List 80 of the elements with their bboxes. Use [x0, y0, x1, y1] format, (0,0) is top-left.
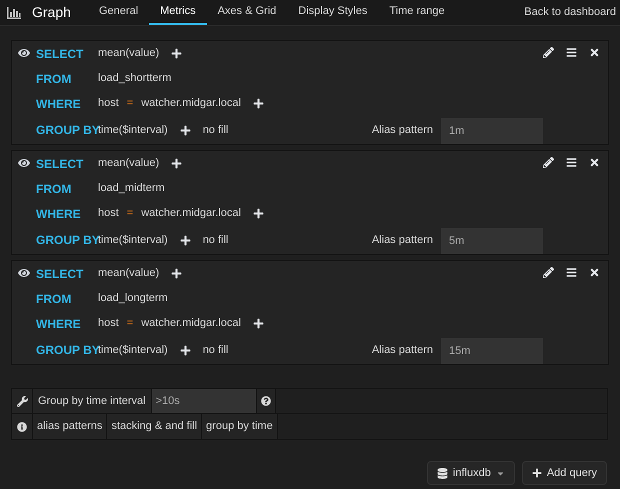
eye-icon[interactable] — [18, 47, 30, 59]
keyword-label: GROUP BY — [36, 342, 98, 359]
operator-text[interactable]: = — [126, 205, 134, 222]
alias-field[interactable]: 15m — [441, 338, 543, 364]
add-icon[interactable] — [180, 234, 191, 246]
alias-label: Alias pattern — [372, 232, 433, 248]
group-value[interactable]: time($interval) — [98, 232, 168, 248]
wrench-icon — [16, 396, 28, 406]
group-value[interactable]: time($interval) — [98, 342, 168, 358]
keyword-label: GROUP BY — [36, 232, 98, 249]
datasource-dropdown[interactable]: influxdb — [426, 461, 515, 485]
help-tab[interactable]: stacking & and fill — [107, 414, 202, 439]
eye-icon[interactable] — [18, 267, 30, 279]
keyword-label: FROM — [36, 290, 72, 308]
add-icon[interactable] — [180, 124, 191, 136]
add-icon[interactable] — [252, 208, 264, 219]
bar-chart-icon — [7, 6, 21, 18]
fill-value[interactable]: no fill — [202, 122, 228, 138]
add-icon[interactable] — [171, 48, 182, 59]
eye-icon[interactable] — [18, 157, 30, 169]
add-icon[interactable] — [180, 344, 191, 356]
alias-field[interactable]: 5m — [441, 228, 543, 254]
alias-field[interactable]: 1m — [441, 118, 543, 144]
measurement-value[interactable]: load_longterm — [98, 290, 168, 307]
operator-text[interactable]: = — [126, 95, 134, 112]
alias-label: Alias pattern — [372, 342, 433, 358]
keyword-label: FROM — [36, 180, 72, 198]
tab[interactable]: Time range — [378, 0, 456, 25]
fill-value[interactable]: no fill — [202, 342, 228, 358]
tag-value[interactable]: watcher.midgar.local — [141, 315, 241, 332]
close-icon[interactable] — [589, 47, 600, 58]
add-icon[interactable] — [252, 98, 264, 109]
interval-field[interactable]: >10s — [152, 389, 257, 413]
close-icon[interactable] — [589, 157, 600, 168]
alias-label: Alias pattern — [372, 122, 433, 138]
close-icon[interactable] — [589, 267, 600, 278]
tab[interactable]: Display Styles — [287, 0, 378, 25]
back-link[interactable]: Back to dashboard — [524, 0, 616, 25]
add-icon[interactable] — [171, 268, 182, 279]
menu-icon[interactable] — [566, 157, 577, 168]
tag-key[interactable]: host — [98, 205, 119, 222]
edit-icon[interactable] — [543, 157, 554, 168]
add-icon[interactable] — [171, 158, 182, 169]
keyword-label: SELECT — [36, 156, 84, 172]
edit-icon[interactable] — [543, 267, 554, 278]
interval-label: Group by time interval — [33, 389, 152, 413]
help-tab[interactable]: group by time — [202, 414, 278, 439]
edit-icon[interactable] — [543, 47, 554, 58]
select-value[interactable]: mean(value) — [98, 265, 160, 282]
keyword-label: SELECT — [36, 266, 84, 282]
select-value[interactable]: mean(value) — [98, 45, 160, 62]
info-icon — [17, 422, 27, 432]
tab[interactable]: Metrics — [149, 0, 207, 25]
add-icon — [532, 468, 542, 478]
tag-value[interactable]: watcher.midgar.local — [141, 205, 241, 222]
tab[interactable]: Axes & Grid — [206, 0, 288, 25]
keyword-label: SELECT — [36, 46, 84, 62]
menu-icon[interactable] — [566, 47, 577, 58]
help-tab[interactable]: alias patterns — [33, 414, 108, 439]
keyword-label: WHERE — [36, 96, 82, 112]
keyword-label: FROM — [36, 70, 72, 88]
menu-icon[interactable] — [566, 267, 577, 278]
group-value[interactable]: time($interval) — [98, 122, 168, 138]
help-icon[interactable] — [260, 396, 271, 406]
add-icon[interactable] — [252, 318, 264, 329]
select-value[interactable]: mean(value) — [98, 155, 160, 172]
add-query-button[interactable]: Add query — [522, 461, 607, 485]
fill-value[interactable]: no fill — [202, 232, 228, 248]
keyword-label: WHERE — [36, 316, 82, 332]
keyword-label: WHERE — [36, 206, 82, 222]
tag-key[interactable]: host — [98, 95, 119, 112]
operator-text[interactable]: = — [126, 315, 134, 332]
database-icon — [436, 468, 448, 478]
keyword-label: GROUP BY — [36, 122, 98, 139]
panel-title: Graph — [32, 3, 71, 22]
measurement-value[interactable]: load_midterm — [98, 180, 165, 197]
measurement-value[interactable]: load_shortterm — [98, 70, 172, 87]
tag-value[interactable]: watcher.midgar.local — [141, 95, 241, 112]
tab[interactable]: General — [88, 0, 150, 25]
tag-key[interactable]: host — [98, 315, 119, 332]
